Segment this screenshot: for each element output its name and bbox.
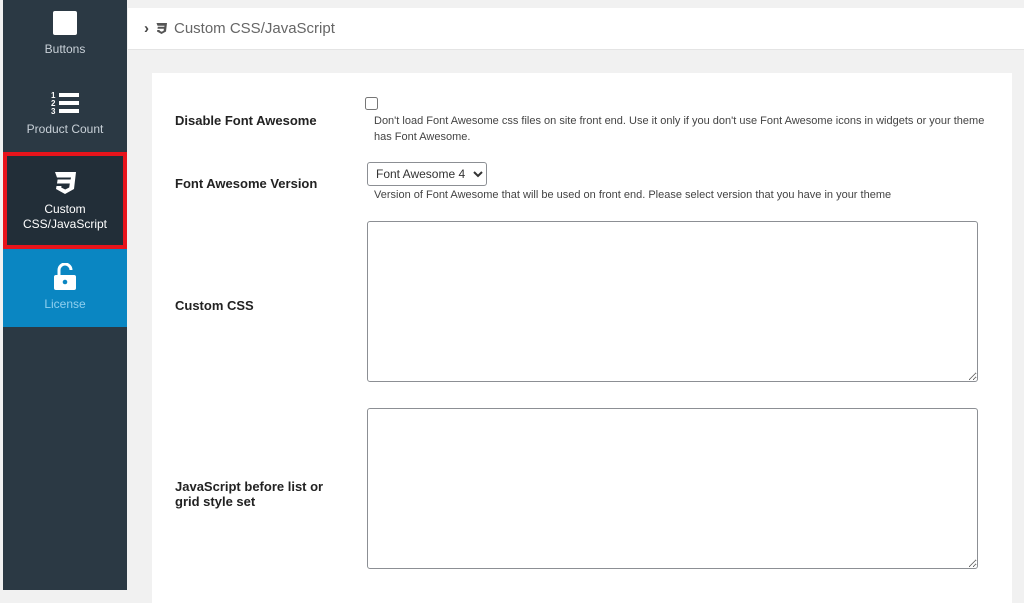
font-awesome-version-description: Version of Font Awesome that will be use… (374, 189, 892, 201)
sidebar-item-label: Product Count (26, 122, 104, 136)
sidebar-item-license[interactable]: License (3, 249, 127, 327)
sidebar-item-buttons[interactable]: Buttons (3, 0, 127, 78)
svg-text:3: 3 (51, 107, 56, 116)
css3-icon (156, 23, 167, 34)
chevron-right-icon: › (144, 20, 149, 37)
breadcrumb-title: Custom CSS/JavaScript (174, 20, 335, 37)
javascript-before-label: JavaScript before list or grid style set (175, 479, 324, 509)
custom-css-textarea[interactable] (367, 221, 978, 382)
disable-font-awesome-checkbox[interactable] (365, 97, 378, 110)
javascript-before-textarea[interactable] (367, 408, 978, 569)
sidebar-item-label: Buttons (44, 42, 86, 56)
font-awesome-version-label: Font Awesome Version (175, 176, 318, 191)
sidebar: Buttons 123 Product Count Custom CSS/Jav… (3, 0, 127, 590)
sidebar-item-label: License (44, 297, 86, 311)
page-header: › Custom CSS/JavaScript (128, 8, 1024, 50)
sidebar-item-label: Custom CSS/JavaScript (22, 202, 108, 231)
disable-font-awesome-description: Don't load Font Awesome css files on sit… (374, 115, 985, 143)
sidebar-item-product-count[interactable]: 123 Product Count (3, 78, 127, 152)
square-icon (53, 11, 77, 35)
custom-css-label: Custom CSS (175, 298, 254, 313)
font-awesome-version-select[interactable]: Font Awesome 4 (367, 162, 487, 186)
settings-card: Disable Font Awesome Don't load Font Awe… (152, 73, 1012, 603)
list-ol-icon: 123 (51, 91, 79, 116)
disable-font-awesome-label: Disable Font Awesome (175, 113, 317, 128)
css3-icon (55, 172, 76, 194)
unlock-icon (54, 263, 76, 290)
sidebar-item-custom-css-javascript[interactable]: Custom CSS/JavaScript (3, 152, 127, 249)
breadcrumb: › Custom CSS/JavaScript (144, 20, 335, 37)
